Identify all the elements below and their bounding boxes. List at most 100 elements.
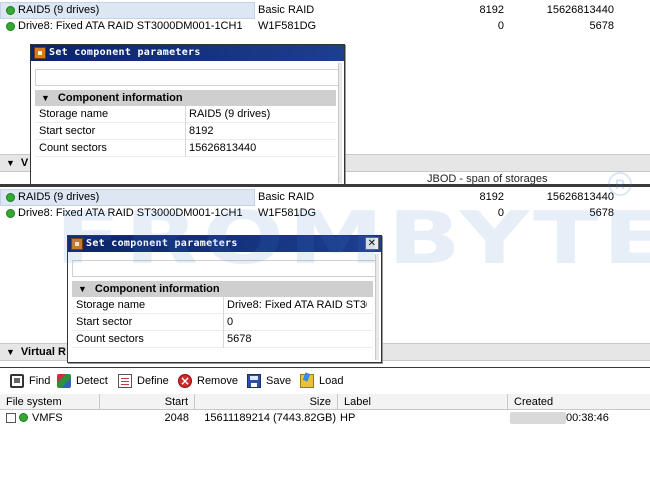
registered-mark: R [608,172,632,196]
prop-key: Storage name [39,108,109,120]
dialog-title-bar[interactable]: Set component parameters ✕ [68,236,381,252]
prop-storage-name[interactable]: Storage name RAID5 (9 drives) [35,106,336,123]
file-system-toolbar: Find Detect Define Remove Save Load [0,367,650,394]
storage-row-raid5[interactable]: RAID5 (9 drives) Basic RAID 8192 1562681… [0,2,650,19]
prop-value[interactable]: RAID5 (9 drives) [189,106,332,123]
storage-type: W1F581DG [258,207,317,219]
dialog-title-bar[interactable]: Set component parameters [31,45,344,61]
storage-count: 15626813440 [546,4,614,16]
prop-key: Count sectors [76,333,144,345]
column-divider [185,106,186,123]
detect-icon [57,374,71,388]
chevron-down-icon: ▼ [6,347,15,357]
status-ok-icon [6,22,15,31]
column-header-start[interactable]: Start [100,394,195,410]
prop-key: Start sector [39,125,96,137]
group-label: Component information [57,92,183,104]
close-icon[interactable]: ✕ [365,237,379,250]
storage-start: 8192 [479,191,504,203]
storage-name: Drive8: Fixed ATA RAID ST3000DM001-1CH1 [18,20,243,32]
save-label: Save [266,375,292,387]
storage-row-drive8[interactable]: Drive8: Fixed ATA RAID ST3000DM001-1CH1 … [0,205,650,222]
prop-value[interactable]: 5678 [227,331,367,348]
column-divider [223,297,224,314]
prop-value[interactable]: Drive8: Fixed ATA RAID ST3000DM001 [227,297,367,314]
chevron-down-icon: ▼ [41,93,50,103]
row-checkbox[interactable] [6,413,16,423]
storage-name: RAID5 (9 drives) [18,4,100,16]
column-header-file-system[interactable]: File system [0,394,100,410]
prop-value[interactable]: 8192 [189,123,332,140]
app-icon [71,238,83,250]
table-row[interactable]: VMFS 2048 15611189214 (7443.82GB) HP 00:… [0,410,650,426]
dialog-scrollbar[interactable] [338,63,342,183]
redacted-date [510,412,566,424]
storage-start: 0 [497,20,504,32]
status-ok-icon [6,6,15,15]
prop-count-sectors[interactable]: Count sectors 15626813440 [35,140,336,157]
dialog-title: Set component parameters [86,238,238,249]
column-header-label[interactable]: Label [338,394,508,410]
dialog-body: ▼ Component information Storage name RAID… [33,63,342,183]
raid-type-label: JBOD - span of storages [427,173,548,184]
status-ok-icon [19,413,28,422]
cell-created: 00:38:46 [566,412,609,424]
storage-count: 15626813440 [546,191,614,203]
detect-label: Detect [76,375,108,387]
storage-name: RAID5 (9 drives) [18,191,100,203]
chevron-down-icon: ▼ [78,284,87,294]
remove-label: Remove [197,375,238,387]
component-info-group[interactable]: ▼ Component information [72,281,373,297]
app-icon [34,47,46,59]
prop-value[interactable]: 15626813440 [189,140,332,157]
cell-file-system: VMFS [32,412,63,424]
dialog-scrollbar[interactable] [375,254,379,360]
set-component-parameters-dialog: Set component parameters ▼ Component info… [30,44,345,184]
section-label: Virtual R [20,346,66,358]
column-divider [185,123,186,140]
storage-type: Basic RAID [258,191,315,203]
find-icon [10,374,24,388]
storage-start: 8192 [479,4,504,16]
prop-storage-name[interactable]: Storage name Drive8: Fixed ATA RAID ST30… [72,297,373,314]
status-ok-icon [6,193,15,202]
column-divider [223,314,224,331]
prop-key: Storage name [76,299,146,311]
component-info-group[interactable]: ▼ Component information [35,90,336,106]
cell-start: 2048 [164,412,189,424]
save-icon [247,374,261,388]
find-label: Find [29,375,51,387]
storage-type: W1F581DG [258,20,317,32]
chevron-down-icon: ▼ [6,158,15,168]
storage-type: Basic RAID [258,4,315,16]
prop-count-sectors[interactable]: Count sectors 5678 [72,331,373,348]
prop-start-sector[interactable]: Start sector 0 [72,314,373,331]
status-ok-icon [6,209,15,218]
dialog-top-field [72,260,377,277]
storage-row-raid5[interactable]: RAID5 (9 drives) Basic RAID 8192 1562681… [0,189,650,206]
column-header-created[interactable]: Created [508,394,650,410]
dialog-top-field [35,69,340,86]
cell-label: HP [340,412,356,424]
prop-value[interactable]: 0 [227,314,367,331]
storage-count: 5678 [589,20,614,32]
set-component-parameters-dialog: Set component parameters ✕ ▼ Component in… [67,235,382,363]
table-header: File system Start Size Label Created [0,394,650,410]
define-icon [118,374,132,388]
column-divider [223,331,224,348]
storage-count: 5678 [589,207,614,219]
storage-panel-bottom: RAID5 (9 drives) Basic RAID 8192 1562681… [0,187,650,365]
remove-icon [178,373,192,389]
dialog-body: ▼ Component information Storage name Driv… [70,254,379,360]
cell-size: 15611189214 (7443.82GB) [204,412,336,424]
prop-key: Start sector [76,316,133,328]
dialog-title: Set component parameters [49,47,201,58]
prop-start-sector[interactable]: Start sector 8192 [35,123,336,140]
section-label: V [20,157,29,169]
group-label: Component information [94,283,220,295]
load-label: Load [319,375,344,387]
storage-row-drive8[interactable]: Drive8: Fixed ATA RAID ST3000DM001-1CH1 … [0,18,650,35]
file-system-table: File system Start Size Label Created VMF… [0,394,650,500]
column-divider [185,140,186,157]
column-header-size[interactable]: Size [195,394,338,410]
